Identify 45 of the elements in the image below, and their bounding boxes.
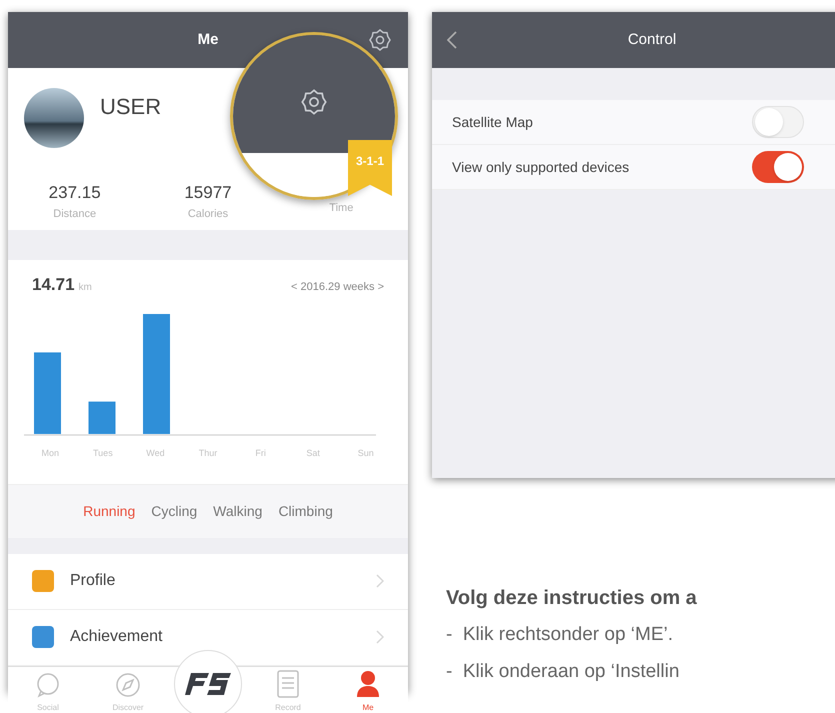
toggle-switch[interactable] xyxy=(752,151,804,183)
day-label: Mon xyxy=(42,448,60,458)
day-label: Sat xyxy=(306,448,320,458)
activity-tab[interactable]: Climbing xyxy=(278,500,333,522)
chevron-right-icon xyxy=(376,574,384,588)
setting-label: View only supported devices xyxy=(452,158,630,177)
tab-bar-item[interactable]: Me xyxy=(328,670,408,713)
menu-label: Profile xyxy=(70,571,116,591)
stat-value: 237.15 xyxy=(48,182,101,204)
step-badge: 3-1-1 xyxy=(348,140,392,196)
chat-bubble-icon xyxy=(35,672,61,698)
stat-label: Time xyxy=(329,201,354,216)
instruction-step: - Klik onderaan op ‘Instellin xyxy=(432,658,835,686)
list-icon xyxy=(276,670,300,698)
toggle-switch[interactable] xyxy=(752,106,804,138)
user-name: USER xyxy=(100,92,162,120)
chevron-right-icon xyxy=(376,630,384,644)
stat-value: 15977 xyxy=(184,182,232,204)
day-label: Wed xyxy=(146,448,165,458)
menu-label: Achievement xyxy=(70,627,164,647)
stat-label: Calories xyxy=(188,206,228,222)
back-icon[interactable] xyxy=(447,31,457,49)
settings-icon[interactable] xyxy=(300,88,328,116)
activity-tab[interactable]: Running xyxy=(83,500,136,522)
week-selector[interactable]: < 2016.29 weeks > xyxy=(291,279,384,296)
app-logo-icon xyxy=(185,672,231,694)
setting-label: Satellite Map xyxy=(452,112,534,132)
instruction-step: - Klik rechtsonder op ‘ME’. xyxy=(432,621,835,650)
day-label: Fri xyxy=(255,448,266,458)
day-label: Thur xyxy=(198,448,218,458)
day-label: Sun xyxy=(358,448,374,458)
screen-title: Me xyxy=(198,30,218,50)
chart-bar xyxy=(88,401,116,434)
menu-item[interactable]: Profile xyxy=(8,554,408,610)
distance-unit: km xyxy=(78,281,92,295)
activity-tab[interactable]: Walking xyxy=(213,500,262,522)
instructions-heading: Volg deze instructies om a xyxy=(445,586,698,611)
person-icon xyxy=(356,670,380,698)
day-label: Tues xyxy=(93,448,113,458)
screen-title: Control xyxy=(628,30,676,50)
compass-icon xyxy=(115,672,141,698)
stat-label: Distance xyxy=(53,206,96,222)
activity-tab[interactable]: Cycling xyxy=(151,500,198,522)
distance-total: 14.71 xyxy=(32,274,75,296)
settings-icon[interactable] xyxy=(368,28,392,52)
